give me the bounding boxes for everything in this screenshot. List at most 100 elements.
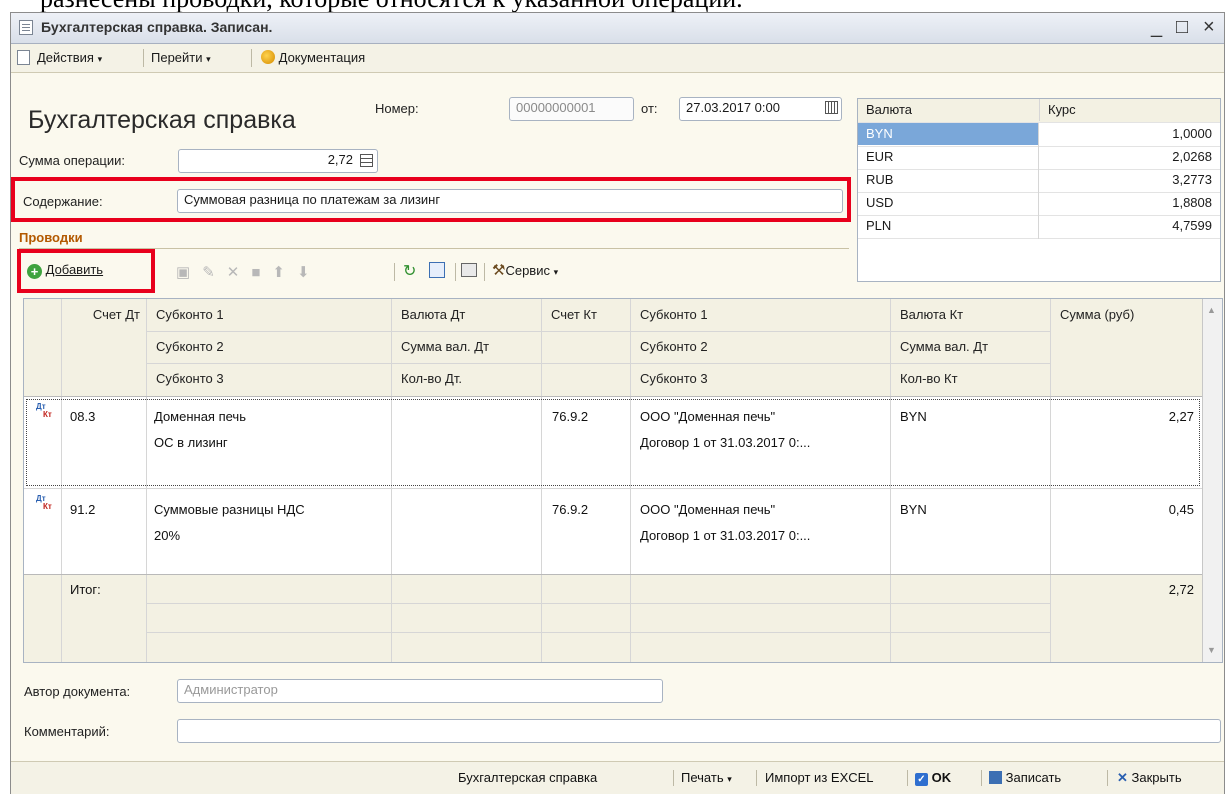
service-menu[interactable]: ⚒Сервис ▾ xyxy=(492,261,558,279)
row-credit-account: 76.9.2 xyxy=(552,409,589,424)
save-row-icon[interactable]: ■ xyxy=(251,264,272,281)
postings-section-label: Проводки xyxy=(19,230,83,245)
row-credit-sub1: ООО "Доменная печь" xyxy=(640,502,776,517)
ok-button[interactable]: ✓ OK xyxy=(915,770,951,786)
row-debit-account: 08.3 xyxy=(70,409,96,424)
scroll-down-icon[interactable]: ▼ xyxy=(1207,645,1216,655)
author-label: Автор документа: xyxy=(24,684,131,699)
col-sum-cur-kt[interactable]: Сумма вал. Дт xyxy=(894,335,1049,358)
currency-row[interactable]: USD 1,8808 xyxy=(858,192,1220,216)
print-icon[interactable] xyxy=(461,263,477,277)
service-label: Сервис xyxy=(505,263,550,278)
currency-code: USD xyxy=(866,195,894,210)
calendar-icon[interactable] xyxy=(825,101,838,114)
row-debit-sub2: ОС в лизинг xyxy=(154,435,228,450)
add-icon: + xyxy=(27,264,42,279)
row-debit-account: 91.2 xyxy=(70,502,96,517)
col-credit-sub3[interactable]: Субконто 3 xyxy=(634,367,889,390)
row-sum-rub: 2,27 xyxy=(1168,409,1194,424)
total-label: Итог: xyxy=(70,582,101,597)
col-credit-sub1[interactable]: Субконто 1 xyxy=(634,303,889,326)
debit-credit-icon: Дт Кт xyxy=(36,494,52,511)
row-debit-sub2: 20% xyxy=(154,528,181,543)
postings-grid: Счет Дт Субконто 1 Субконто 2 Субконто 3… xyxy=(23,298,1223,663)
date-label: от: xyxy=(641,101,658,116)
col-qty-dt[interactable]: Кол-во Дт. xyxy=(395,367,540,390)
actions-menu[interactable]: Действия ▾ xyxy=(37,50,102,65)
doc-report-button[interactable]: Бухгалтерская справка xyxy=(458,770,597,785)
currency-header: Валюта Курс xyxy=(858,99,1220,123)
copy-icon[interactable]: ▣ xyxy=(176,264,202,281)
currency-rate: 3,2773 xyxy=(1172,172,1212,187)
close-window-button[interactable]: × xyxy=(1203,16,1215,39)
minimize-button[interactable]: _ xyxy=(1151,16,1162,39)
title-bar: Бухгалтерская справка. Записан. _ □ × xyxy=(11,13,1224,44)
col-qty-kt[interactable]: Кол-во Кт xyxy=(894,367,1049,390)
content-field[interactable]: Суммовая разница по платежам за лизинг xyxy=(177,189,843,213)
add-posting-button[interactable]: + Добавить xyxy=(27,262,103,279)
scroll-up-icon[interactable]: ▲ xyxy=(1207,305,1216,315)
totals-row xyxy=(24,574,1202,662)
row-credit-sub2: Договор 1 от 31.03.2017 0:... xyxy=(640,528,811,543)
print-menu[interactable]: Печать ▾ xyxy=(681,770,732,785)
col-credit-account[interactable]: Счет Кт xyxy=(545,303,629,326)
date-field[interactable]: 27.03.2017 0:00 xyxy=(679,97,842,121)
col-debit-sub1[interactable]: Субконто 1 xyxy=(150,303,390,326)
col-currency-kt[interactable]: Валюта Кт xyxy=(894,303,1049,326)
import-excel-button[interactable]: Импорт из EXCEL xyxy=(765,770,874,785)
col-sum-cur-dt[interactable]: Сумма вал. Дт xyxy=(395,335,540,358)
amount-value: 2,72 xyxy=(327,152,353,167)
cropped-text: разнесены проводки, которые относятся к … xyxy=(40,0,743,12)
move-up-icon[interactable]: ⬆ xyxy=(272,264,297,281)
list-icon xyxy=(17,50,30,65)
currency-row[interactable]: BYN 1,0000 xyxy=(858,123,1220,147)
currency-rate: 1,0000 xyxy=(1172,126,1212,141)
main-toolbar: Действия ▾ Перейти ▾ Документация xyxy=(11,44,1224,73)
col-currency-dt[interactable]: Валюта Дт xyxy=(395,303,540,326)
row-debit-sub1: Доменная печь xyxy=(154,409,246,424)
currency-header-rate: Курс xyxy=(1039,99,1220,121)
ok-icon: ✓ xyxy=(915,773,928,786)
currency-header-code: Валюта xyxy=(866,102,912,117)
currency-rate: 1,8808 xyxy=(1172,195,1212,210)
col-debit-account[interactable]: Счет Дт xyxy=(64,303,146,326)
col-debit-sub2[interactable]: Субконто 2 xyxy=(150,335,390,358)
filter-icon[interactable] xyxy=(429,262,445,278)
currency-table: Валюта Курс BYN 1,0000 EUR 2,0268 RUB 3,… xyxy=(857,98,1221,282)
currency-rate: 4,7599 xyxy=(1172,218,1212,233)
window-title: Бухгалтерская справка. Записан. xyxy=(41,19,273,35)
row-debit-sub1: Суммовые разницы НДС xyxy=(154,502,305,517)
number-field[interactable]: 00000000001 xyxy=(509,97,634,121)
col-debit-sub3[interactable]: Субконто 3 xyxy=(150,367,390,390)
documentation-button[interactable]: Документация xyxy=(261,50,365,65)
tools-icon: ⚒ xyxy=(492,262,506,279)
currency-row[interactable]: EUR 2,0268 xyxy=(858,146,1220,170)
document-title: Бухгалтерская справка xyxy=(28,106,296,134)
close-button[interactable]: ✕ Закрыть xyxy=(1117,770,1182,786)
currency-row[interactable]: PLN 4,7599 xyxy=(858,215,1220,239)
row-credit-sub2: Договор 1 от 31.03.2017 0:... xyxy=(640,435,811,450)
debit-credit-icon: Дт Кт xyxy=(36,402,52,419)
move-down-icon[interactable]: ⬇ xyxy=(297,264,322,281)
author-field[interactable]: Администратор xyxy=(177,679,663,703)
maximize-button[interactable]: □ xyxy=(1176,16,1188,39)
comment-field[interactable] xyxy=(177,719,1221,743)
currency-code: BYN xyxy=(858,123,1038,145)
total-value: 2,72 xyxy=(1168,582,1194,597)
delete-icon[interactable]: ✕ xyxy=(227,264,252,281)
refresh-icon[interactable]: ↻ xyxy=(403,261,416,281)
save-icon xyxy=(989,771,1002,784)
goto-menu[interactable]: Перейти ▾ xyxy=(151,50,211,65)
currency-row[interactable]: RUB 3,2773 xyxy=(858,169,1220,193)
col-credit-sub2[interactable]: Субконто 2 xyxy=(634,335,889,358)
row-currency-kt: BYN xyxy=(900,409,927,424)
add-label: Добавить xyxy=(45,262,104,277)
save-button[interactable]: Записать xyxy=(989,770,1061,785)
col-sum-rub[interactable]: Сумма (руб) xyxy=(1054,303,1199,326)
number-label: Номер: xyxy=(375,101,419,116)
edit-icon[interactable]: ✎ xyxy=(202,264,227,281)
document-icon xyxy=(19,20,33,35)
amount-field[interactable]: 2,72 xyxy=(178,149,378,173)
grid-scrollbar[interactable]: ▲ ▼ xyxy=(1203,299,1222,662)
calculator-icon[interactable] xyxy=(360,154,373,167)
